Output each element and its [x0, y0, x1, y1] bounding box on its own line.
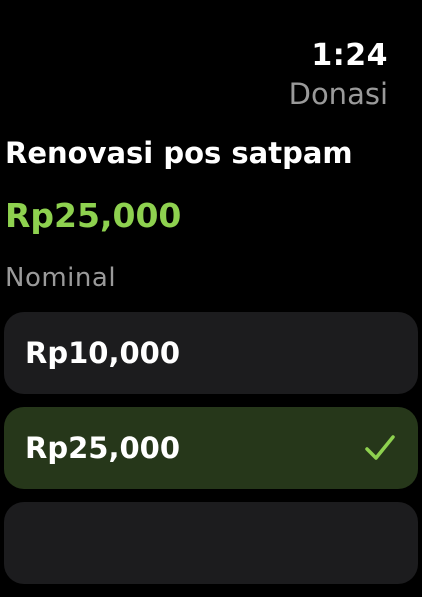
nominal-option-10000[interactable]: Rp10,000 [4, 312, 418, 394]
nominal-option-label: Rp10,000 [25, 336, 180, 370]
clock: 1:24 [311, 38, 388, 73]
campaign-title: Renovasi pos satpam [5, 136, 353, 170]
status-bar: 1:24 Donasi [289, 38, 388, 112]
nominal-option-partial[interactable] [4, 502, 418, 584]
nominal-options-list: Rp10,000 Rp25,000 [4, 312, 418, 597]
nominal-option-label: Rp25,000 [25, 431, 180, 465]
selected-amount: Rp25,000 [5, 196, 182, 235]
checkmark-icon [365, 435, 395, 460]
nominal-option-25000[interactable]: Rp25,000 [4, 407, 418, 489]
nominal-section-label: Nominal [5, 263, 117, 293]
app-title[interactable]: Donasi [289, 76, 388, 112]
